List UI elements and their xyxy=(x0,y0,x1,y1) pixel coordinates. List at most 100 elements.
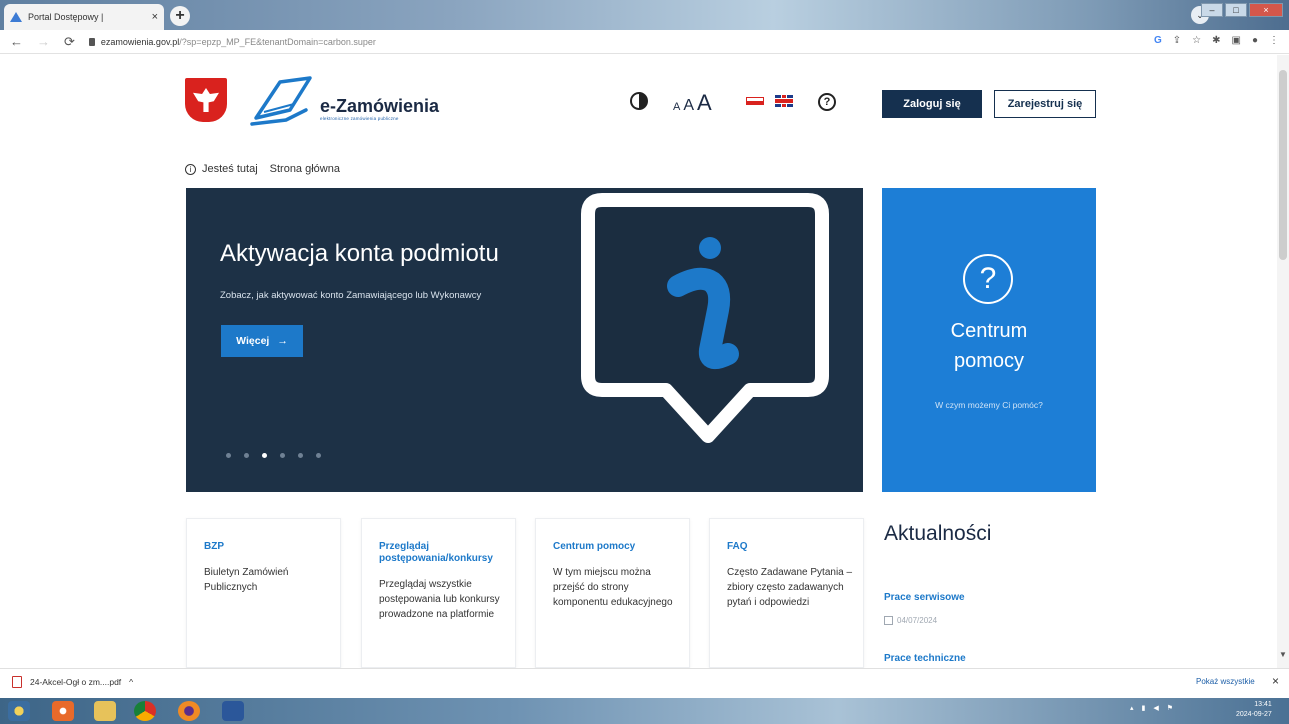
arrow-right-icon: → xyxy=(277,335,288,347)
star-icon[interactable]: ☆ xyxy=(1192,35,1201,46)
card-description: Biuletyn Zamówień Publicznych xyxy=(204,567,289,593)
font-size-controls: A A A xyxy=(673,90,712,116)
file-explorer-icon[interactable] xyxy=(94,701,116,721)
scroll-down-icon[interactable]: ▼ xyxy=(1279,650,1287,659)
breadcrumb-home-link[interactable]: Strona główna xyxy=(270,163,340,175)
window-controls: – □ × xyxy=(1201,3,1283,17)
polish-flag-icon[interactable] xyxy=(746,97,764,105)
word-icon[interactable] xyxy=(222,701,244,721)
system-clock[interactable]: 13:41 2024-09-27 xyxy=(1236,700,1272,720)
info-bubble-icon xyxy=(581,193,829,443)
system-tray: ▴ ▮ ◀ ⚑ xyxy=(1130,704,1173,712)
help-center-title-line1: Centrum xyxy=(950,320,1028,342)
carousel-dots xyxy=(226,453,321,458)
news-item-title[interactable]: Prace techniczne xyxy=(884,653,966,664)
minimize-button[interactable]: – xyxy=(1201,3,1223,17)
browser-tab[interactable]: Portal Dostępowy | × xyxy=(4,4,164,30)
font-small-button[interactable]: A xyxy=(673,101,680,113)
card-bzp[interactable]: BZP Biuletyn Zamówień Publicznych xyxy=(186,518,341,668)
tab-title: Portal Dostępowy | xyxy=(28,12,104,22)
carousel-dot[interactable] xyxy=(298,453,303,458)
forward-arrow-icon[interactable]: → xyxy=(37,34,50,50)
media-player-icon[interactable] xyxy=(52,701,74,721)
clock-time: 13:41 xyxy=(1254,701,1272,708)
card-help-center[interactable]: Centrum pomocy W tym miejscu można przej… xyxy=(535,518,690,668)
firefox-icon[interactable] xyxy=(178,701,200,721)
card-description: Przeglądaj wszystkie postępowania lub ko… xyxy=(379,579,500,620)
card-title: Przeglądaj postępowania/konkursy xyxy=(379,541,493,564)
help-center-title-line2: pomocy xyxy=(953,350,1025,372)
scrollbar-thumb[interactable] xyxy=(1279,70,1287,260)
download-caret-icon[interactable]: ^ xyxy=(129,677,133,687)
breadcrumb: i Jesteś tutaj Strona główna xyxy=(185,163,340,175)
login-button[interactable]: Zaloguj się xyxy=(882,90,982,118)
volume-icon[interactable]: ◀ xyxy=(1153,704,1158,712)
font-large-button[interactable]: A xyxy=(697,90,712,116)
pdf-file-icon xyxy=(12,676,22,688)
carousel-dot[interactable] xyxy=(244,453,249,458)
uk-flag-icon[interactable] xyxy=(775,95,793,107)
download-bar-close-icon[interactable]: × xyxy=(1272,674,1279,688)
download-bar xyxy=(0,668,1289,698)
url-host: ezamowienia.gov.pl xyxy=(100,36,180,47)
download-item[interactable]: 24-Akcel-Ogł o zm....pdf ^ xyxy=(12,676,133,688)
news-heading: Aktualności xyxy=(884,522,992,545)
show-all-downloads-link[interactable]: Pokaż wszystkie xyxy=(1196,677,1255,686)
brand-tagline: elektroniczne zamówienia publiczne xyxy=(320,116,399,121)
help-icon[interactable]: ? xyxy=(818,93,836,111)
share-icon[interactable]: ⇪ xyxy=(1173,35,1181,46)
card-title: FAQ xyxy=(727,541,748,552)
address-bar: ← → ⟳ ezamowienia.gov.pl/?sp=epzp_MP_FE&… xyxy=(0,30,1289,54)
polish-emblem-logo xyxy=(185,78,227,122)
carousel-dot[interactable] xyxy=(280,453,285,458)
card-description: Często Zadawane Pytania – zbiory często … xyxy=(727,567,853,608)
font-medium-button[interactable]: A xyxy=(683,97,694,115)
hero-more-button[interactable]: Więcej → xyxy=(221,325,303,357)
tray-arrow-icon[interactable]: ▴ xyxy=(1130,704,1134,712)
help-center-subtitle: W czym możemy Ci pomóc? xyxy=(935,400,1043,410)
flag-icon[interactable]: ⚑ xyxy=(1167,704,1173,712)
back-arrow-icon[interactable]: ← xyxy=(10,34,23,50)
side-panel-icon[interactable]: ▣ xyxy=(1232,35,1241,46)
breadcrumb-prefix: Jesteś tutaj xyxy=(202,163,258,175)
card-browse-procedures[interactable]: Przeglądaj postępowania/konkursy Przeglą… xyxy=(361,518,516,668)
carousel-dot[interactable] xyxy=(226,453,231,458)
new-tab-button[interactable]: + xyxy=(170,6,190,26)
window-close-button[interactable]: × xyxy=(1249,3,1283,17)
maximize-button[interactable]: □ xyxy=(1225,3,1247,17)
contrast-toggle-icon[interactable] xyxy=(630,92,648,110)
reload-icon[interactable]: ⟳ xyxy=(64,34,75,50)
eagle-icon xyxy=(193,88,219,112)
card-faq[interactable]: FAQ Często Zadawane Pytania – zbiory czę… xyxy=(709,518,864,668)
google-icon[interactable]: G xyxy=(1154,35,1162,46)
hero-subtitle: Zobacz, jak aktywować konto Zamawiająceg… xyxy=(220,290,482,301)
profile-icon[interactable]: ● xyxy=(1252,35,1258,46)
carousel-dot[interactable] xyxy=(316,453,321,458)
browser-tabstrip xyxy=(0,0,1289,30)
url-field[interactable]: ezamowienia.gov.pl/?sp=epzp_MP_FE&tenant… xyxy=(101,37,376,47)
hero-more-label: Więcej xyxy=(236,335,270,347)
url-path: /?sp=epzp_MP_FE&tenantDomain=carbon.supe… xyxy=(179,36,376,47)
hero-title: Aktywacja konta podmiotu xyxy=(220,240,499,267)
tab-close-icon[interactable]: × xyxy=(152,11,158,23)
calendar-icon xyxy=(884,616,893,625)
register-button[interactable]: Zarejestruj się xyxy=(994,90,1096,118)
menu-icon[interactable]: ⋮ xyxy=(1269,35,1279,46)
e-zamowienia-logo-icon[interactable] xyxy=(250,74,314,128)
extensions-icon[interactable]: ✱ xyxy=(1212,35,1220,46)
brand-name[interactable]: e-Zamówienia xyxy=(320,96,439,117)
clock-date: 2024-09-27 xyxy=(1236,711,1272,718)
question-circle-icon: ? xyxy=(963,254,1013,304)
info-icon: i xyxy=(185,163,196,175)
news-item-title[interactable]: Prace serwisowe xyxy=(884,592,965,603)
news-date-text: 04/07/2024 xyxy=(897,616,938,625)
lock-icon xyxy=(88,37,95,46)
start-button-icon[interactable] xyxy=(8,701,30,721)
card-description: W tym miejscu można przejść do strony ko… xyxy=(553,567,673,608)
network-icon[interactable]: ▮ xyxy=(1142,704,1146,712)
carousel-dot[interactable] xyxy=(262,453,267,458)
chrome-icon[interactable] xyxy=(134,701,156,721)
card-title: Centrum pomocy xyxy=(553,541,636,552)
download-file-name: 24-Akcel-Ogł o zm....pdf xyxy=(30,677,122,687)
card-title: BZP xyxy=(204,541,224,552)
